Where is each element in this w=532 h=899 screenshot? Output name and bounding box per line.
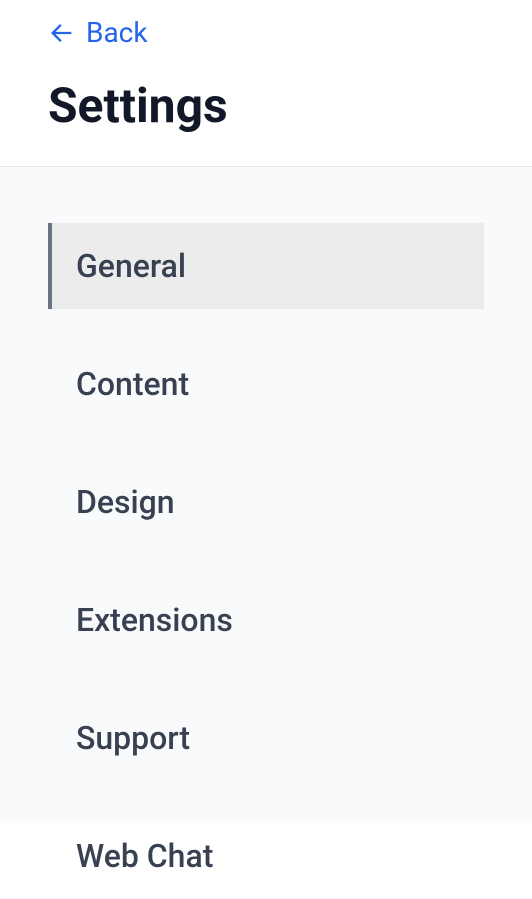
- content-area: General Content Design Extensions Suppor…: [0, 167, 532, 821]
- back-button[interactable]: Back: [48, 16, 148, 49]
- header: Back Settings: [0, 0, 532, 167]
- nav-item-design[interactable]: Design: [48, 459, 484, 545]
- nav-item-label: Support: [76, 719, 190, 757]
- nav-item-label: Content: [76, 365, 189, 403]
- nav-item-extensions[interactable]: Extensions: [48, 577, 484, 663]
- nav-item-content[interactable]: Content: [48, 341, 484, 427]
- nav-item-label: Design: [76, 483, 175, 521]
- nav-item-web-chat[interactable]: Web Chat: [48, 813, 484, 899]
- nav-item-label: Extensions: [76, 601, 233, 639]
- arrow-left-icon: [48, 19, 76, 47]
- page-title: Settings: [48, 77, 484, 134]
- nav-item-support[interactable]: Support: [48, 695, 484, 781]
- nav-item-label: General: [76, 247, 186, 285]
- settings-nav: General Content Design Extensions Suppor…: [48, 223, 484, 899]
- back-label: Back: [86, 16, 148, 49]
- nav-item-label: Web Chat: [76, 837, 213, 875]
- nav-item-general[interactable]: General: [48, 223, 484, 309]
